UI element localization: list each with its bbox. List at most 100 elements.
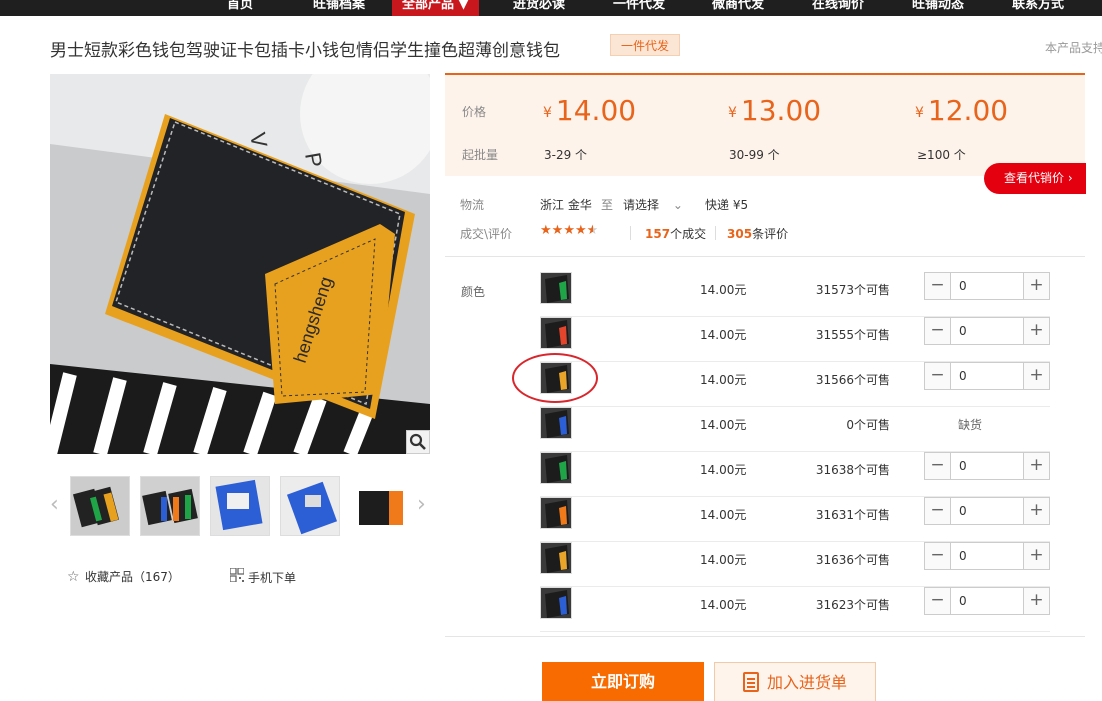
add-to-cart-button[interactable]: 加入进货单 bbox=[714, 662, 876, 701]
reviews-count[interactable]: 305条评价 bbox=[727, 225, 788, 242]
buy-now-button[interactable]: 立即订购 bbox=[542, 662, 704, 701]
view-agent-price-button[interactable]: 查看代销价 › bbox=[984, 163, 1086, 194]
minus-button[interactable]: − bbox=[925, 453, 951, 479]
price-tier-2: ¥13.00 bbox=[728, 94, 821, 127]
destination-select[interactable]: 请选择 ⌄ bbox=[623, 196, 683, 213]
quantity-input[interactable]: 0 bbox=[959, 279, 967, 293]
nav-shop-news[interactable]: 旺铺动态 bbox=[912, 0, 964, 16]
sku-thumbnail[interactable] bbox=[540, 317, 572, 349]
minus-button[interactable]: − bbox=[925, 588, 951, 614]
sku-thumbnail[interactable] bbox=[540, 497, 572, 529]
reviews-number: 305 bbox=[727, 227, 753, 241]
reviews-suffix: 条评价 bbox=[752, 227, 789, 241]
divider bbox=[445, 256, 1085, 257]
divider bbox=[630, 226, 631, 240]
qty-range-2: 30-99 个 bbox=[729, 148, 780, 162]
quantity-stepper: −0 + bbox=[924, 587, 1050, 615]
sku-row: 14.00元 31638个可售 −0 + bbox=[540, 452, 1050, 497]
quantity-input[interactable]: 0 bbox=[959, 324, 967, 338]
plus-button[interactable]: + bbox=[1023, 543, 1049, 569]
thumbnail-3[interactable] bbox=[210, 476, 270, 536]
plus-button[interactable]: + bbox=[1023, 453, 1049, 479]
nav-contact[interactable]: 联系方式 bbox=[1012, 0, 1064, 16]
chevron-down-icon: ⌄ bbox=[672, 198, 683, 212]
moq-label: 起批量 bbox=[462, 148, 499, 162]
product-title: 男士短款彩色钱包驾驶证卡包插卡小钱包情侣学生撞色超薄创意钱包 bbox=[50, 41, 560, 61]
sku-price: 14.00元 bbox=[700, 463, 747, 477]
mobile-order-label: 手机下单 bbox=[248, 571, 297, 585]
sku-row: 14.00元 0个可售 缺货 bbox=[540, 407, 1050, 452]
quantity-stepper: −0 + bbox=[924, 452, 1050, 480]
nav-home[interactable]: 首页 bbox=[227, 0, 253, 16]
sku-row: 14.00元 31623个可售 −0 + bbox=[540, 587, 1050, 632]
quantity-input[interactable]: 0 bbox=[959, 369, 967, 383]
main-product-image[interactable]: V P hengsheng bbox=[50, 74, 430, 454]
price-tier-1: ¥14.00 bbox=[543, 94, 636, 127]
shipping-fee: 快递 ¥5 bbox=[705, 198, 749, 212]
sku-row: 14.00元 31636个可售 −0 + bbox=[540, 542, 1050, 587]
thumbnail-4[interactable] bbox=[280, 476, 340, 536]
add-to-cart-label: 加入进货单 bbox=[766, 673, 847, 692]
thumbnail-2[interactable] bbox=[140, 476, 200, 536]
rating-stars: ★★★★★ bbox=[540, 223, 598, 238]
nav-dropship[interactable]: 一件代发 bbox=[613, 0, 665, 16]
minus-button[interactable]: − bbox=[925, 498, 951, 524]
minus-button[interactable]: − bbox=[925, 318, 951, 344]
price-tier-3: ¥12.00 bbox=[915, 94, 1008, 127]
plus-button[interactable]: + bbox=[1023, 498, 1049, 524]
top-nav: 首页 旺铺档案 全部产品 ▼ 进货必读 一件代发 微商代发 在线询价 旺铺动态 … bbox=[0, 0, 1102, 16]
star-icon: ★ bbox=[551, 223, 564, 238]
plus-button[interactable]: + bbox=[1023, 273, 1049, 299]
minus-button[interactable]: − bbox=[925, 543, 951, 569]
clipboard-icon bbox=[742, 672, 759, 692]
sku-stock: 31638个可售 bbox=[815, 463, 890, 477]
plus-button[interactable]: + bbox=[1023, 363, 1049, 389]
half-star-icon: ★ bbox=[586, 223, 599, 238]
zoom-button[interactable] bbox=[406, 430, 430, 454]
price-label: 价格 bbox=[462, 105, 487, 119]
quantity-input[interactable]: 0 bbox=[959, 459, 967, 473]
quantity-input[interactable]: 0 bbox=[959, 504, 967, 518]
thumbnail-1[interactable] bbox=[70, 476, 130, 536]
mobile-order-link[interactable]: 手机下单 bbox=[229, 567, 297, 586]
quantity-input[interactable]: 0 bbox=[959, 549, 967, 563]
qr-code-icon bbox=[229, 567, 248, 586]
sku-row: 14.00元 31566个可售 −0 + bbox=[540, 362, 1050, 407]
quantity-stepper: −0 + bbox=[924, 362, 1050, 390]
sku-thumbnail[interactable] bbox=[540, 407, 572, 439]
sku-thumbnail[interactable] bbox=[540, 452, 572, 484]
color-label: 颜色 bbox=[461, 285, 486, 299]
nav-inquiry[interactable]: 在线询价 bbox=[812, 0, 864, 16]
thumb-prev-arrow[interactable]: ‹ bbox=[50, 492, 59, 517]
thumb-image bbox=[351, 477, 409, 535]
sku-thumbnail[interactable] bbox=[540, 587, 572, 619]
minus-button[interactable]: − bbox=[925, 273, 951, 299]
minus-button[interactable]: − bbox=[925, 363, 951, 389]
quantity-stepper: −0 + bbox=[924, 317, 1050, 345]
plus-button[interactable]: + bbox=[1023, 588, 1049, 614]
sku-thumbnail[interactable] bbox=[540, 272, 572, 304]
deal-review-label: 成交\评价 bbox=[460, 227, 513, 241]
sold-out-label: 缺货 bbox=[958, 418, 983, 432]
favorite-label: 收藏产品（167） bbox=[85, 570, 180, 584]
nav-shop-profile[interactable]: 旺铺档案 bbox=[313, 0, 365, 16]
plus-button[interactable]: + bbox=[1023, 318, 1049, 344]
thumb-next-arrow[interactable]: › bbox=[417, 492, 426, 517]
ship-to-word: 至 bbox=[601, 198, 614, 212]
nav-wechat-dropship[interactable]: 微商代发 bbox=[712, 0, 764, 16]
favorite-link[interactable]: ☆ 收藏产品（167） bbox=[67, 568, 180, 585]
quantity-stepper: −0 + bbox=[924, 497, 1050, 525]
quantity-stepper: −0 + bbox=[924, 542, 1050, 570]
divider bbox=[445, 636, 1085, 637]
sku-row: 14.00元 31631个可售 −0 + bbox=[540, 497, 1050, 542]
deals-count[interactable]: 157个成交 bbox=[645, 225, 706, 242]
magnifier-icon bbox=[409, 433, 426, 450]
sku-thumbnail[interactable] bbox=[540, 542, 572, 574]
thumbnail-5[interactable] bbox=[350, 476, 410, 536]
dropship-tag: 一件代发 bbox=[610, 34, 681, 56]
star-icon: ★ bbox=[540, 223, 552, 238]
star-outline-icon: ☆ bbox=[67, 569, 80, 585]
quantity-input[interactable]: 0 bbox=[959, 594, 967, 608]
nav-buying-guide[interactable]: 进货必读 bbox=[513, 0, 565, 16]
nav-all-products[interactable]: 全部产品 ▼ bbox=[392, 0, 479, 16]
